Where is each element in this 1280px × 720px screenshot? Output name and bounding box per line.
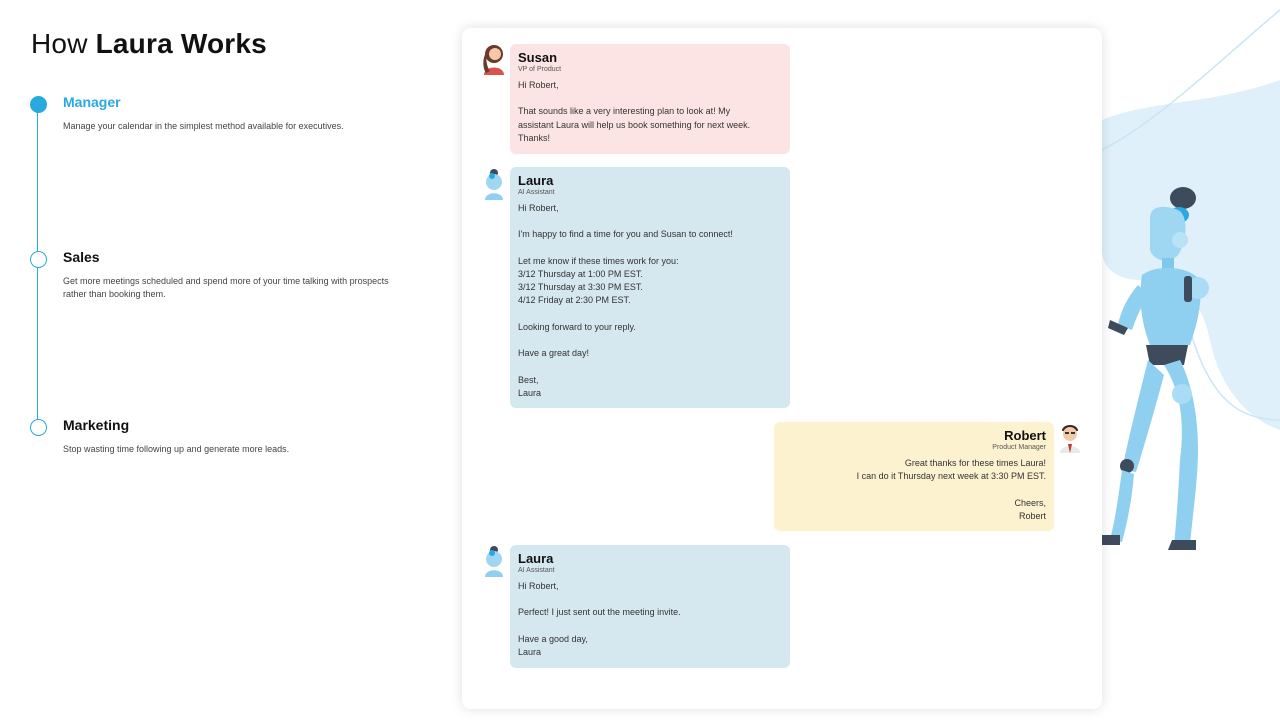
- step-title: Marketing: [63, 417, 130, 433]
- message-line: [518, 215, 782, 228]
- message-line: [518, 308, 782, 321]
- message-line: Hi Robert,: [518, 80, 559, 90]
- message-line: That sounds like a very interesting plan…: [518, 106, 731, 117]
- message-line: [518, 92, 782, 105]
- page-title-bold: Laura Works: [95, 28, 267, 59]
- message-line: 3/12 Thursday at 1:00 PM EST.: [518, 268, 643, 279]
- message-line: Great thanks for these times Laura!: [904, 458, 1046, 468]
- message-line: assistant Laura will help us book someth…: [518, 119, 751, 130]
- laura-avatar: [485, 546, 503, 577]
- sender-name: Robert: [1004, 428, 1046, 443]
- step-dot: [30, 419, 47, 436]
- sender-role: Product Manager: [992, 444, 1046, 451]
- sender-name: Susan: [518, 50, 558, 65]
- message-line: Robert: [1018, 510, 1046, 521]
- step-description: Stop wasting time following up and gener…: [63, 444, 290, 454]
- message-line: [518, 620, 782, 633]
- sender-name: Laura: [518, 551, 554, 566]
- sender-name: Laura: [518, 173, 554, 188]
- step-dot-active: [30, 96, 47, 113]
- message-line: 3/12 Thursday at 3:30 PM EST.: [518, 282, 643, 293]
- step-title: Manager: [63, 94, 121, 110]
- message-line: Thanks!: [518, 132, 551, 143]
- message-line: 4/12 Friday at 2:30 PM EST.: [518, 295, 631, 306]
- message-laura: Laura AI Assistant Hi Robert, Perfect! I…: [510, 545, 790, 668]
- step-dot: [30, 251, 47, 268]
- laura-avatar: [485, 169, 503, 200]
- page-title: How Laura Works: [31, 28, 267, 60]
- message-line: [782, 483, 1046, 496]
- message-line: Let me know if these times work for you:: [518, 255, 679, 266]
- susan-avatar: [483, 45, 504, 75]
- message-line: Cheers,: [1014, 497, 1046, 508]
- robert-avatar: [1060, 425, 1080, 453]
- sender-role: AI Assistant: [518, 189, 555, 196]
- step-description: Get more meetings scheduled and spend mo…: [63, 276, 389, 299]
- page-title-prefix: How: [31, 28, 88, 59]
- step-title: Sales: [63, 249, 100, 265]
- message-line: Laura: [518, 387, 542, 398]
- message-line: Have a great day!: [518, 348, 590, 359]
- chat-card: Susan VP of Product Hi Robert, That soun…: [462, 28, 1102, 709]
- message-line: Looking forward to your reply.: [518, 321, 636, 332]
- message-line: [518, 242, 782, 255]
- message-line: Best,: [518, 374, 539, 385]
- robot-illustration: [1101, 9, 1280, 550]
- message-line: Laura: [518, 646, 542, 657]
- message-line: Have a good day,: [518, 633, 588, 644]
- step-description: Manage your calendar in the simplest met…: [63, 121, 344, 131]
- message-line: Perfect! I just sent out the meeting inv…: [518, 607, 681, 618]
- message-susan: Susan VP of Product Hi Robert, That soun…: [510, 44, 790, 154]
- message-robert: Robert Product Manager Great thanks for …: [774, 422, 1054, 531]
- message-line: [518, 334, 782, 347]
- message-line: Hi Robert,: [518, 203, 559, 213]
- message-laura: Laura AI Assistant Hi Robert, I'm happy …: [510, 167, 790, 408]
- sender-role: AI Assistant: [518, 567, 555, 574]
- message-line: [518, 360, 782, 373]
- message-line: I can do it Thursday next week at 3:30 P…: [856, 471, 1046, 482]
- sender-role: VP of Product: [518, 66, 562, 73]
- message-line: I'm happy to find a time for you and Sus…: [518, 229, 733, 240]
- message-line: [518, 593, 782, 606]
- message-line: Hi Robert,: [518, 581, 559, 591]
